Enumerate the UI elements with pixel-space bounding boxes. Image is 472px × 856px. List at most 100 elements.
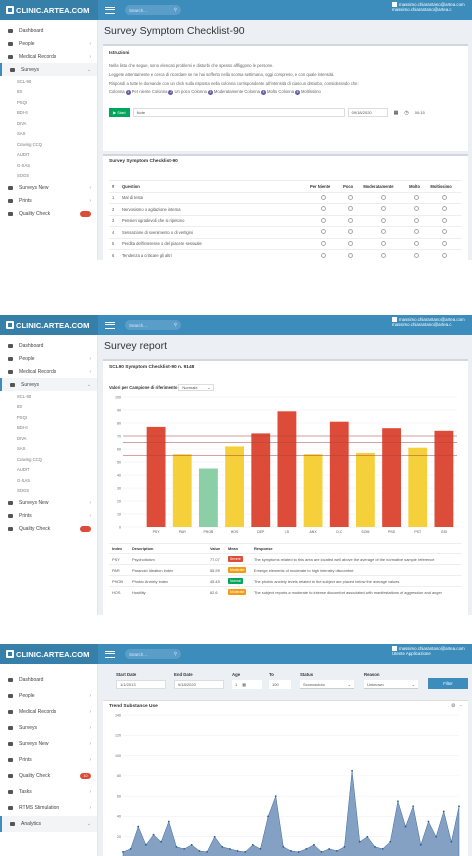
sidebar-sub-gsas[interactable]: G-SAS	[0, 475, 97, 486]
sidebar-item-prints[interactable]: Prints ›	[0, 509, 97, 522]
sidebar-item-surveys[interactable]: Surveys ⌄	[0, 63, 97, 76]
menu-toggle-icon[interactable]	[105, 6, 115, 14]
sidebar-item-people[interactable]: People ›	[0, 352, 97, 365]
answer-radio[interactable]	[321, 217, 327, 223]
sidebar-item-quality-check[interactable]: Quality Check	[0, 522, 97, 535]
answer-radio[interactable]	[380, 240, 386, 246]
menu-toggle-icon[interactable]	[105, 321, 115, 329]
answer-radio[interactable]	[414, 240, 420, 246]
sidebar-item-surveys[interactable]: Surveys ›	[0, 720, 97, 736]
answer-radio[interactable]	[347, 252, 353, 258]
date-input[interactable]: 09/18/2020	[347, 108, 388, 117]
calendar-icon[interactable]: ▦	[394, 110, 399, 116]
answer-radio[interactable]	[347, 206, 353, 212]
answer-radio[interactable]	[414, 229, 420, 235]
sidebar-sub-sas[interactable]: SAS	[0, 129, 97, 140]
answer-radio[interactable]	[380, 252, 386, 258]
answer-radio[interactable]	[347, 240, 353, 246]
sidebar-sub-scl90[interactable]: SCL-90	[0, 76, 97, 87]
sidebar-item-surveys-new[interactable]: Surveys New ›	[0, 181, 97, 194]
brand-logo[interactable]: CLINIC.ARTEA.COM	[0, 644, 98, 664]
answer-radio[interactable]	[321, 240, 327, 246]
sidebar-sub-diva[interactable]: DIVA	[0, 118, 97, 129]
sidebar-item-dashboard[interactable]: Dashboard	[0, 339, 97, 352]
sidebar-item-medical-records[interactable]: Medical Records ›	[0, 704, 97, 720]
sidebar-item-quality-check[interactable]: Quality Check	[0, 207, 97, 220]
user-menu[interactable]: massimo.chiarantano@artea.com massimo.chi…	[392, 2, 472, 18]
answer-radio[interactable]	[442, 194, 448, 200]
answer-radio[interactable]	[321, 252, 327, 258]
answer-radio[interactable]	[380, 217, 386, 223]
search-input[interactable]: Search... ⚲	[125, 649, 181, 659]
sidebar-sub-idi[interactable]: IDI	[0, 87, 97, 98]
sidebar-item-surveys[interactable]: Surveys ⌄	[0, 378, 97, 391]
sidebar-item-prints[interactable]: Prints ›	[0, 752, 97, 768]
sidebar-item-analytics[interactable]: Analytics ⌄	[0, 816, 97, 832]
sidebar-sub-gsas[interactable]: G-SAS	[0, 160, 97, 171]
answer-radio[interactable]	[442, 217, 448, 223]
answer-radio[interactable]	[380, 229, 386, 235]
reference-select[interactable]: Normale ⌄	[178, 384, 215, 391]
answer-radio[interactable]	[414, 217, 420, 223]
time-input[interactable]: 00:15	[411, 108, 450, 117]
sidebar-sub-sogs[interactable]: SOGS	[0, 486, 97, 497]
sidebar-sub-audit[interactable]: AUDIT	[0, 150, 97, 161]
sidebar-item-medical-records[interactable]: Medical Records ›	[0, 365, 97, 378]
sidebar-sub-sogs[interactable]: SOGS	[0, 171, 97, 182]
answer-radio[interactable]	[380, 194, 386, 200]
sidebar-item-people[interactable]: People ›	[0, 688, 97, 704]
answer-radio[interactable]	[442, 229, 448, 235]
sidebar-item-tasks[interactable]: Tasks ›	[0, 784, 97, 800]
answer-radio[interactable]	[442, 206, 448, 212]
start-date-input[interactable]: 1/1/2013	[116, 680, 166, 689]
sidebar-sub-idi[interactable]: IDI	[0, 402, 97, 413]
clock-icon[interactable]: ◷	[404, 110, 408, 116]
answer-radio[interactable]	[442, 252, 448, 258]
sidebar-sub-diva[interactable]: DIVA	[0, 433, 97, 444]
user-menu[interactable]: massimo.chiarantano@artea.com Utente Appl…	[392, 646, 472, 662]
note-input[interactable]: Note	[132, 108, 345, 117]
brand-logo[interactable]: CLINIC.ARTEA.COM	[0, 315, 98, 335]
sidebar-item-people[interactable]: People ›	[0, 37, 97, 50]
search-input[interactable]: Search... ⚲	[125, 5, 181, 15]
answer-radio[interactable]	[347, 194, 353, 200]
answer-radio[interactable]	[414, 252, 420, 258]
answer-radio[interactable]	[414, 194, 420, 200]
sidebar-item-surveys-new[interactable]: Surveys New ›	[0, 496, 97, 509]
age-input[interactable]: 1 ▦	[232, 680, 262, 689]
sidebar-item-quality-check[interactable]: Quality Check 10	[0, 768, 97, 784]
filter-button[interactable]: Filter	[428, 678, 468, 689]
sidebar-item-dashboard[interactable]: Dashboard	[0, 672, 97, 688]
end-date-input[interactable]: 9/18/2020	[174, 680, 224, 689]
search-input[interactable]: Search... ⚲	[125, 320, 181, 330]
answer-radio[interactable]	[347, 229, 353, 235]
answer-radio[interactable]	[442, 240, 448, 246]
sidebar-item-surveys-new[interactable]: Surveys New ›	[0, 736, 97, 752]
user-menu[interactable]: massimo.chiarantano@artea.com massimo.chi…	[392, 317, 472, 333]
answer-radio[interactable]	[347, 217, 353, 223]
sidebar-sub-bdi[interactable]: BDI-II	[0, 108, 97, 119]
age-to-input[interactable]: 100	[269, 680, 291, 689]
sidebar-sub-psqi[interactable]: PSQI	[0, 97, 97, 108]
sidebar-sub-sas[interactable]: SAS	[0, 444, 97, 455]
status-select[interactable]: Sconosciuto ⌄	[300, 680, 354, 689]
sidebar-item-prints[interactable]: Prints ›	[0, 194, 97, 207]
answer-radio[interactable]	[380, 206, 386, 212]
minimize-icon[interactable]: –	[459, 704, 462, 709]
sidebar-item-rtms[interactable]: RTMS Stimulation ›	[0, 800, 97, 816]
menu-toggle-icon[interactable]	[105, 650, 115, 658]
brand-logo[interactable]: CLINIC.ARTEA.COM	[0, 0, 98, 20]
sidebar-sub-bdi[interactable]: BDI-II	[0, 423, 97, 434]
sidebar-sub-audit[interactable]: AUDIT	[0, 465, 97, 476]
sidebar-sub-craving[interactable]: Craving CCQ	[0, 454, 97, 465]
start-button[interactable]: ▶ Start	[109, 108, 130, 117]
reason-select[interactable]: Unknown ⌄	[364, 680, 418, 689]
sidebar-sub-scl90[interactable]: SCL-90	[0, 391, 97, 402]
answer-radio[interactable]	[321, 229, 327, 235]
sidebar-sub-psqi[interactable]: PSQI	[0, 412, 97, 423]
answer-radio[interactable]	[321, 206, 327, 212]
gear-icon[interactable]: ⚙	[451, 704, 455, 709]
sidebar-item-medical-records[interactable]: Medical Records ›	[0, 50, 97, 63]
sidebar-sub-craving[interactable]: Craving CCQ	[0, 139, 97, 150]
answer-radio[interactable]	[321, 194, 327, 200]
